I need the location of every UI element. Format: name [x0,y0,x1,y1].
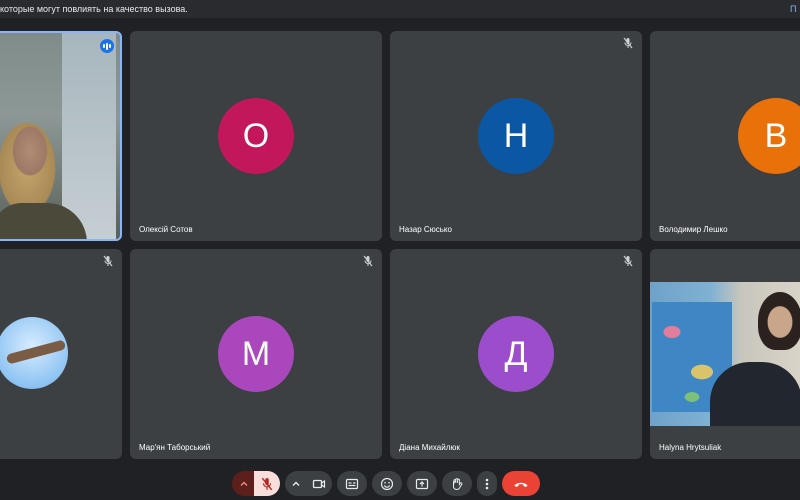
avatar: Д [478,316,554,392]
notification-text: которые могут повлиять на качество вызов… [0,4,188,14]
present-button[interactable] [407,471,437,496]
mic-off-icon [261,477,273,490]
participant-tile-nazar[interactable]: Н Назар Сюсько [390,31,642,241]
avatar: О [218,98,294,174]
more-options-button[interactable] [477,471,497,496]
hand-icon [453,477,463,490]
microphone-toggle[interactable] [254,471,280,496]
chevron-up-icon [292,481,300,486]
participant-tile-halyna[interactable]: Halyna Hrytsuliak [650,249,800,459]
notification-link[interactable]: П [790,0,796,18]
participant-name: Мар'ян Таборський [139,443,211,452]
avatar: В [738,98,800,174]
participant-body [710,362,800,426]
branch-shape [5,339,67,365]
more-vert-icon [485,478,489,489]
raise-hand-button[interactable] [442,471,472,496]
participant-video [650,282,800,426]
avatar: М [218,316,294,392]
avatar: Н [478,98,554,174]
mic-off-icon [623,37,633,49]
chevron-up-icon [240,481,248,486]
call-controls-toolbar [0,468,800,500]
bird-avatar-image [0,317,68,389]
participant-tile-self-video[interactable] [0,31,122,241]
leave-call-button[interactable] [502,471,540,496]
captions-button[interactable] [337,471,367,496]
participant-name: Діана Михайлюк [399,443,460,452]
reactions-button[interactable] [372,471,402,496]
camera-toggle[interactable] [306,471,332,496]
mic-options-chevron[interactable] [232,471,256,496]
emoji-icon [380,477,394,490]
participant-tile-oleksii[interactable]: О Олексій Сотов [130,31,382,241]
notification-bar: которые могут повлиять на качество вызов… [0,0,800,18]
participant-tile-diana[interactable]: Д Діана Михайлюк [390,249,642,459]
participant-name: Володимир Лешко [659,225,728,234]
phone-hangup-icon [514,482,528,487]
participant-tile-volodymyr[interactable]: В Володимир Лешко [650,31,800,241]
mic-off-icon [623,255,633,267]
participant-name: Назар Сюсько [399,225,452,234]
participant-tile-bird[interactable] [0,249,122,459]
captions-icon [345,478,359,489]
video-icon [312,479,326,488]
camera-options-chevron[interactable] [285,471,307,496]
mic-off-icon [103,255,113,267]
mic-off-icon [363,255,373,267]
speaking-indicator-icon [100,39,114,53]
participant-name: Олексій Сотов [139,225,193,234]
present-icon [415,478,429,489]
participant-tile-marian[interactable]: М Мар'ян Таборський [130,249,382,459]
participant-name: Halyna Hrytsuliak [659,443,722,452]
participant-head [758,292,800,350]
